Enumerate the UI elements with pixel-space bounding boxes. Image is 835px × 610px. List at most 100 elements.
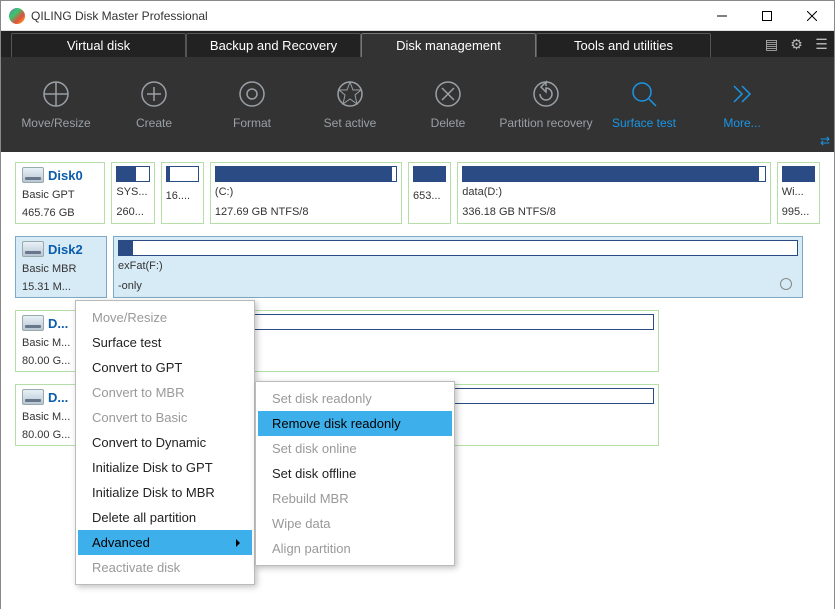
toolbar-label: Partition recovery xyxy=(499,116,592,130)
usage-bar xyxy=(118,240,798,256)
tabbar: Virtual disk Backup and Recovery Disk ma… xyxy=(1,31,834,57)
surface-test-icon xyxy=(630,80,658,108)
tab-label: Tools and utilities xyxy=(574,38,673,53)
menu-item[interactable]: Surface test xyxy=(78,330,252,355)
partition[interactable]: (C:) 127.69 GB NTFS/8 xyxy=(210,162,402,224)
minimize-button[interactable] xyxy=(699,1,744,31)
corner-arrows-icon[interactable]: ⇄ xyxy=(820,134,830,148)
tool-more[interactable]: More... xyxy=(693,80,791,130)
menu-item[interactable]: Delete all partition xyxy=(78,505,252,530)
disk-size: 465.76 GB xyxy=(22,207,98,219)
menu-item[interactable]: Set disk offline xyxy=(258,461,452,486)
tool-partition-recovery[interactable]: Partition recovery xyxy=(497,80,595,130)
toolbar-label: Set active xyxy=(324,116,377,130)
menu-item[interactable]: Advanced xyxy=(78,530,252,555)
tool-move-resize[interactable]: Move/Resize xyxy=(7,80,105,130)
move-resize-icon xyxy=(42,80,70,108)
tool-set-active[interactable]: Set active xyxy=(301,80,399,130)
toolbar-label: More... xyxy=(723,116,760,130)
partition[interactable]: Wi...995... xyxy=(777,162,820,224)
maximize-button[interactable] xyxy=(744,1,789,31)
usage-bar xyxy=(462,166,765,182)
menu-item: Rebuild MBR xyxy=(258,486,452,511)
partition[interactable]: data(D:) 336.18 GB NTFS/8 xyxy=(457,162,770,224)
advanced-submenu[interactable]: Set disk readonlyRemove disk readonlySet… xyxy=(255,381,455,566)
radio-icon[interactable] xyxy=(780,278,792,290)
usage-bar xyxy=(116,166,149,182)
tool-create[interactable]: Create xyxy=(105,80,203,130)
disk-icon xyxy=(22,167,44,183)
tab-label: Virtual disk xyxy=(67,38,130,53)
partition-label: SYS... xyxy=(116,186,149,198)
partition-label: (C:) xyxy=(215,186,397,198)
partition-label: data(D:) xyxy=(462,186,765,198)
disk-icon xyxy=(22,315,44,331)
tab-label: Disk management xyxy=(396,38,501,53)
menu-item: Reactivate disk xyxy=(78,555,252,580)
partition[interactable]: exFat(F:) -only xyxy=(113,236,803,298)
disk-area: Disk0 Basic GPT 465.76 GB SYS... 260... 16...… xyxy=(1,152,834,610)
menu-item: Convert to Basic xyxy=(78,405,252,430)
partition-size: 260... xyxy=(116,206,144,218)
partition-label: exFat(F:) xyxy=(118,260,798,272)
menu-item: Set disk online xyxy=(258,436,452,461)
tab-tools-utilities[interactable]: Tools and utilities xyxy=(536,33,711,57)
menu-item[interactable]: Initialize Disk to GPT xyxy=(78,455,252,480)
usage-bar xyxy=(215,166,397,182)
disk-name: Disk2 xyxy=(48,242,83,257)
partition-size: 336.18 GB NTFS/8 xyxy=(462,206,556,218)
disk-type: Basic GPT xyxy=(22,189,98,201)
disk-name: Disk0 xyxy=(48,168,83,183)
menu-icon[interactable]: ☰ xyxy=(809,31,834,57)
toolbar-label: Delete xyxy=(431,116,466,130)
toolbar-label: Surface test xyxy=(612,116,676,130)
menu-item: Set disk readonly xyxy=(258,386,452,411)
usage-bar xyxy=(166,166,199,182)
toolbar-label: Create xyxy=(136,116,172,130)
tab-backup-recovery[interactable]: Backup and Recovery xyxy=(186,33,361,57)
menu-item: Convert to MBR xyxy=(78,380,252,405)
menu-item[interactable]: Convert to Dynamic xyxy=(78,430,252,455)
create-icon xyxy=(140,80,168,108)
more-icon xyxy=(728,80,756,108)
toolbar-label: Format xyxy=(233,116,271,130)
disk-type: Basic MBR xyxy=(22,263,100,275)
disk-context-menu[interactable]: Move/ResizeSurface testConvert to GPTCon… xyxy=(75,300,255,585)
disk-info[interactable]: Disk2 Basic MBR 15.31 M... xyxy=(15,236,107,298)
partition[interactable]: SYS... 260... xyxy=(111,162,154,224)
usage-bar xyxy=(413,166,446,182)
partition-size: 127.69 GB NTFS/8 xyxy=(215,206,309,218)
tool-format[interactable]: Format xyxy=(203,80,301,130)
close-button[interactable] xyxy=(789,1,834,31)
partition-size: -only xyxy=(118,280,142,292)
titlebar: QILING Disk Master Professional xyxy=(1,1,834,31)
layout-icon[interactable]: ▤ xyxy=(759,31,784,57)
tool-delete[interactable]: Delete xyxy=(399,80,497,130)
tab-label: Backup and Recovery xyxy=(210,38,337,53)
partition[interactable]: 653... xyxy=(408,162,451,224)
disk-row[interactable]: Disk0 Basic GPT 465.76 GB SYS... 260... 16...… xyxy=(15,162,820,224)
usage-bar xyxy=(782,166,815,182)
menu-item: Move/Resize xyxy=(78,305,252,330)
menu-item: Wipe data xyxy=(258,511,452,536)
gear-icon[interactable]: ⚙ xyxy=(784,31,809,57)
partition[interactable]: 16.... xyxy=(161,162,204,224)
tab-disk-management[interactable]: Disk management xyxy=(361,33,536,57)
menu-item[interactable]: Remove disk readonly xyxy=(258,411,452,436)
disk-info[interactable]: Disk0 Basic GPT 465.76 GB xyxy=(15,162,105,224)
menu-item[interactable]: Convert to GPT xyxy=(78,355,252,380)
disk-icon xyxy=(22,389,44,405)
disk-size: 15.31 M... xyxy=(22,281,100,293)
disk-name: D... xyxy=(48,390,68,405)
partition-size: 16.... xyxy=(166,190,190,202)
app-logo-icon xyxy=(9,8,25,24)
disk-icon xyxy=(22,241,44,257)
menu-item[interactable]: Initialize Disk to MBR xyxy=(78,480,252,505)
partition-size: 653... xyxy=(413,190,441,202)
disk-name: D... xyxy=(48,316,68,331)
disk-row[interactable]: Disk2 Basic MBR 15.31 M... exFat(F:) -only xyxy=(15,236,820,298)
format-icon xyxy=(238,80,266,108)
tab-virtual-disk[interactable]: Virtual disk xyxy=(11,33,186,57)
partition-size: 995... xyxy=(782,206,810,218)
tool-surface-test[interactable]: Surface test xyxy=(595,80,693,130)
